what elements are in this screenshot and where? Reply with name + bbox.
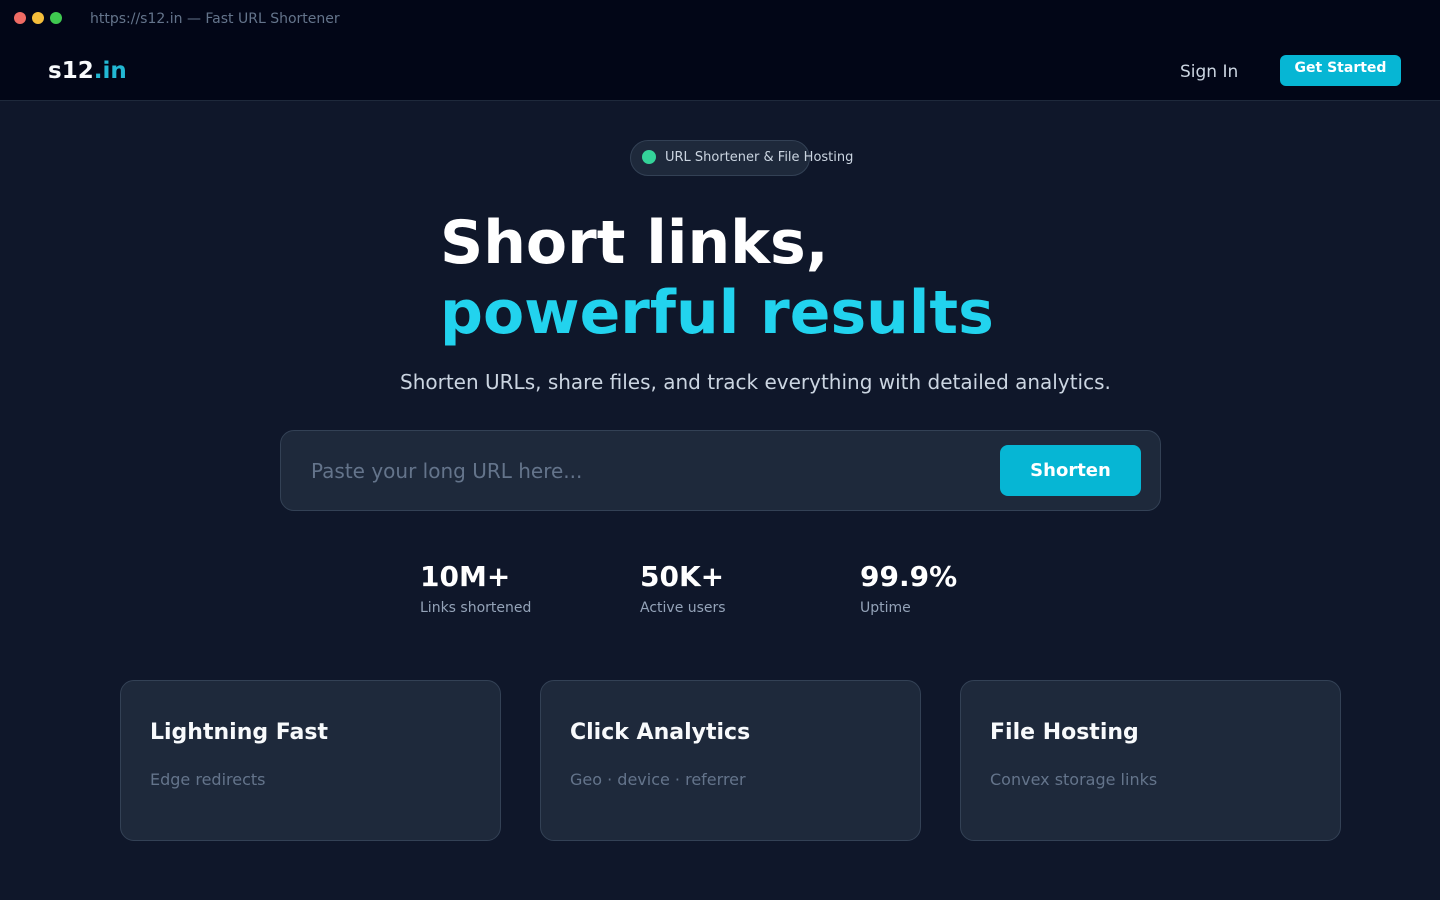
shorten-button[interactable]: Shorten [1000, 445, 1141, 496]
feature-badge: URL Shortener & File Hosting [630, 140, 853, 176]
url-input[interactable] [311, 455, 991, 487]
feature-card-description: Edge redirects [150, 770, 266, 789]
window-title: https://s12.in — Fast URL Shortener [90, 11, 340, 27]
feature-card-click-analytics[interactable]: Click Analytics Geo · device · referrer [540, 680, 921, 841]
logo-accent: .in [93, 58, 127, 84]
close-window-button[interactable] [14, 12, 26, 24]
feature-card-description: Convex storage links [990, 770, 1158, 789]
feature-card-title: Lightning Fast [150, 720, 328, 745]
hero-title-line1: Short links, [440, 208, 829, 278]
get-started-button[interactable]: Get Started [1280, 55, 1401, 86]
stat-uptime: 99.9% Uptime [860, 560, 957, 616]
feature-card-description: Geo · device · referrer [570, 770, 746, 789]
feature-card-title: Click Analytics [570, 720, 751, 745]
sign-in-link[interactable]: Sign In [1180, 62, 1238, 82]
top-navbar: s12.in Sign In Get Started [0, 38, 1440, 101]
minimize-window-button[interactable] [32, 12, 44, 24]
stat-label: Active users [640, 600, 726, 616]
feature-card-file-hosting[interactable]: File Hosting Convex storage links [960, 680, 1341, 841]
stat-value: 50K+ [640, 560, 725, 593]
maximize-window-button[interactable] [50, 12, 62, 24]
hero-title-line2: powerful results [440, 278, 994, 348]
stat-label: Links shortened [420, 600, 532, 616]
stat-links-shortened: 10M+ Links shortened [420, 560, 531, 616]
badge-text: URL Shortener & File Hosting [665, 150, 854, 165]
logo[interactable]: s12.in [48, 58, 127, 84]
stat-active-users: 50K+ Active users [640, 560, 726, 616]
stat-value: 99.9% [860, 560, 958, 593]
logo-main: s12 [48, 58, 94, 84]
hero-subtitle: Shorten URLs, share files, and track eve… [400, 370, 1111, 394]
status-dot-icon [642, 150, 656, 164]
stat-label: Uptime [860, 600, 911, 616]
feature-card-title: File Hosting [990, 720, 1139, 745]
shorten-form: Shorten [280, 430, 1161, 511]
browser-chrome: https://s12.in — Fast URL Shortener [0, 0, 1440, 38]
stat-value: 10M+ [420, 560, 511, 593]
feature-card-lightning-fast[interactable]: Lightning Fast Edge redirects [120, 680, 501, 841]
